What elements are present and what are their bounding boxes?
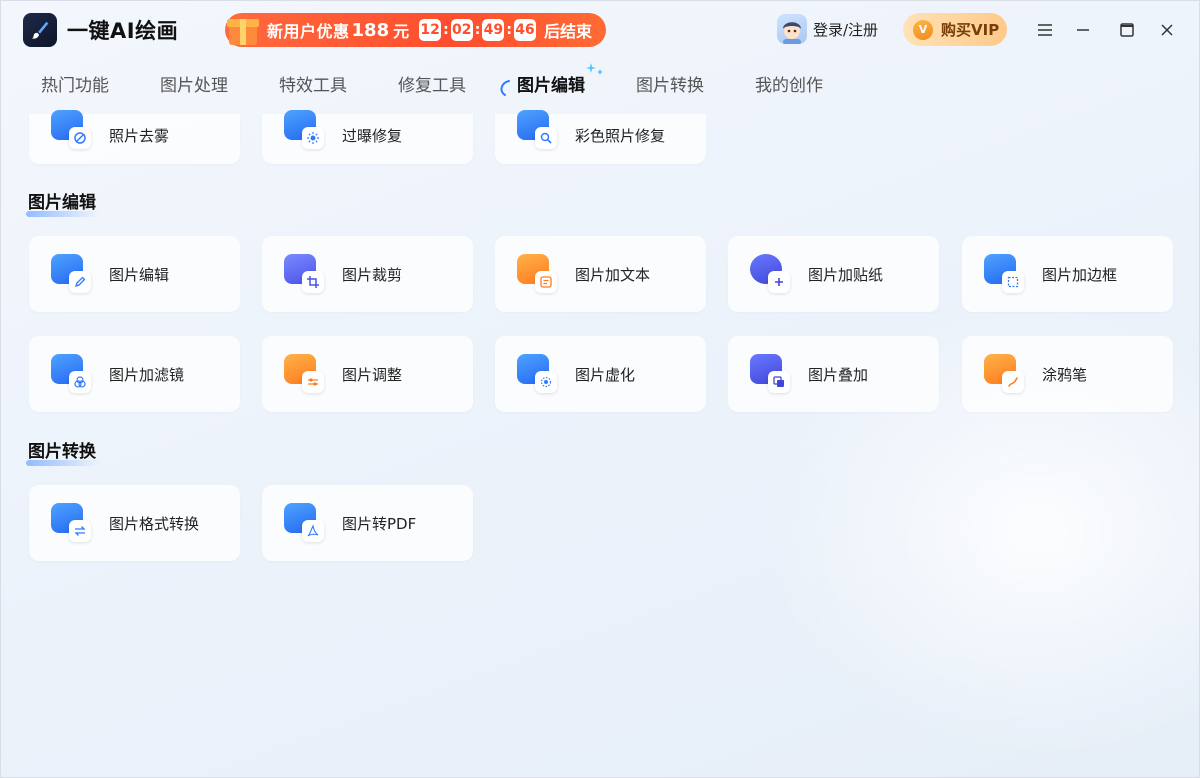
promo-banner[interactable]: 新用户优惠 188 元 12 : 02 : 49 : 46 后结束 [225, 13, 606, 47]
app-window: 一键AI绘画 新用户优惠 188 元 12 : 02 : 49 : 46 后结束 [0, 0, 1200, 778]
tool-card-image-blur[interactable]: 图片虚化 [495, 336, 706, 412]
tool-card-image-add-text[interactable]: 图片加文本 [495, 236, 706, 312]
close-button[interactable] [1152, 15, 1182, 45]
close-icon [1161, 24, 1173, 36]
tool-label: 图片调整 [342, 365, 403, 384]
app-logo [23, 13, 57, 47]
gift-icon [227, 14, 259, 45]
tool-label: 图片加滤镜 [109, 365, 185, 384]
tool-card-image-crop[interactable]: 图片裁剪 [262, 236, 473, 312]
tool-card-doodle-pen[interactable]: 涂鸦笔 [962, 336, 1173, 412]
timer-hours: 12 [419, 19, 442, 41]
tool-card-image-add-sticker[interactable]: 图片加贴纸 [728, 236, 939, 312]
tab-label: 特效工具 [279, 76, 347, 96]
filter-icon [51, 354, 93, 394]
tool-label: 图片格式转换 [109, 514, 200, 533]
tool-card-color-photo-repair[interactable]: 彩色照片修复 [495, 110, 706, 164]
tool-card-image-add-border[interactable]: 图片加边框 [962, 236, 1173, 312]
tool-label: 图片转PDF [342, 514, 417, 533]
buy-vip-label: 购买VIP [941, 21, 1000, 39]
tab-hot-features[interactable]: 热门功能 [41, 71, 109, 101]
tool-label: 涂鸦笔 [1042, 365, 1088, 384]
timer-minutes: 02 [450, 19, 473, 41]
pdf-icon [284, 503, 326, 543]
dehaze-icon [51, 110, 93, 150]
tool-card-overexposure-repair[interactable]: 过曝修复 [262, 110, 473, 164]
promo-amount: 188 [351, 19, 390, 41]
vip-badge-icon: V [913, 19, 933, 40]
tab-repair-tools[interactable]: 修复工具 [398, 71, 466, 101]
tool-card-image-overlay[interactable]: 图片叠加 [728, 336, 939, 412]
tool-label: 图片裁剪 [342, 265, 403, 284]
format-convert-icon [51, 503, 93, 543]
minimize-button[interactable] [1068, 15, 1098, 45]
tool-label: 图片加文本 [575, 265, 651, 284]
color-repair-icon [517, 110, 559, 150]
tab-label: 热门功能 [41, 76, 109, 96]
tab-label: 图片转换 [636, 76, 704, 96]
menu-icon [1038, 24, 1052, 36]
buy-vip-button[interactable]: V 购买VIP [903, 13, 1007, 46]
menu-button[interactable] [1030, 15, 1060, 45]
image-edit-icon [51, 254, 93, 294]
timer-centiseconds: 46 [513, 19, 536, 41]
tab-my-creations[interactable]: 我的创作 [755, 71, 823, 101]
add-text-icon [517, 254, 559, 294]
user-avatar-icon [783, 22, 801, 44]
login-register-link[interactable]: 登录/注册 [813, 19, 878, 40]
adjust-icon [284, 354, 326, 394]
tab-image-processing[interactable]: 图片处理 [160, 71, 228, 101]
tool-card-image-to-pdf[interactable]: 图片转PDF [262, 485, 473, 561]
tool-label: 过曝修复 [342, 126, 403, 145]
brush-icon [31, 21, 49, 39]
tool-card-image-format-convert[interactable]: 图片格式转换 [29, 485, 240, 561]
tool-label: 图片加边框 [1042, 265, 1118, 284]
timer-seconds: 49 [482, 19, 505, 41]
tab-label: 图片编辑 [517, 76, 585, 96]
tool-card-dehaze[interactable]: 照片去雾 [29, 110, 240, 164]
tab-label: 修复工具 [398, 76, 466, 96]
tool-card-image-add-filter[interactable]: 图片加滤镜 [29, 336, 240, 412]
title-bar: 一键AI绘画 新用户优惠 188 元 12 : 02 : 49 : 46 后结束 [1, 1, 1199, 59]
overlay-icon [750, 354, 792, 394]
tab-image-conversion[interactable]: 图片转换 [636, 71, 704, 101]
promo-text: 新用户优惠 [267, 22, 350, 41]
timer-separator: : [506, 22, 512, 38]
maximize-button[interactable] [1112, 15, 1142, 45]
tool-card-image-edit[interactable]: 图片编辑 [29, 236, 240, 312]
tab-effects-tools[interactable]: 特效工具 [279, 71, 347, 101]
section-title-image-editing: 图片编辑 [26, 188, 100, 217]
timer-separator: : [474, 22, 481, 38]
section-title-image-conversion: 图片转换 [26, 437, 100, 466]
tool-card-image-adjust[interactable]: 图片调整 [262, 336, 473, 412]
minimize-icon [1077, 29, 1089, 31]
avatar[interactable] [777, 14, 807, 44]
sparkle-icon [586, 63, 603, 75]
tool-label: 图片加贴纸 [808, 265, 884, 284]
tab-label: 图片处理 [160, 76, 228, 96]
doodle-pen-icon [984, 354, 1026, 394]
tool-label: 照片去雾 [109, 126, 170, 145]
add-border-icon [984, 254, 1026, 294]
add-sticker-icon [750, 254, 792, 294]
tool-label: 图片叠加 [808, 365, 869, 384]
promo-unit: 元 [393, 22, 410, 41]
maximize-icon [1120, 23, 1134, 37]
blur-icon [517, 354, 559, 394]
countdown-timer: 12 : 02 : 49 : 46 [419, 19, 536, 41]
promo-end-text: 后结束 [543, 22, 592, 41]
tool-label: 图片虚化 [575, 365, 636, 384]
tool-label: 图片编辑 [109, 265, 170, 284]
timer-separator: : [443, 22, 449, 38]
tab-label: 我的创作 [755, 76, 823, 96]
app-title: 一键AI绘画 [67, 19, 179, 43]
tool-label: 彩色照片修复 [575, 126, 666, 145]
category-tabs: 热门功能 图片处理 特效工具 修复工具 图片编辑 图片转换 我的创作 [41, 63, 874, 101]
tab-swoosh-icon [500, 80, 510, 96]
crop-icon [284, 254, 326, 294]
tab-image-editing[interactable]: 图片编辑 [500, 63, 603, 101]
overexposure-icon [284, 110, 326, 150]
